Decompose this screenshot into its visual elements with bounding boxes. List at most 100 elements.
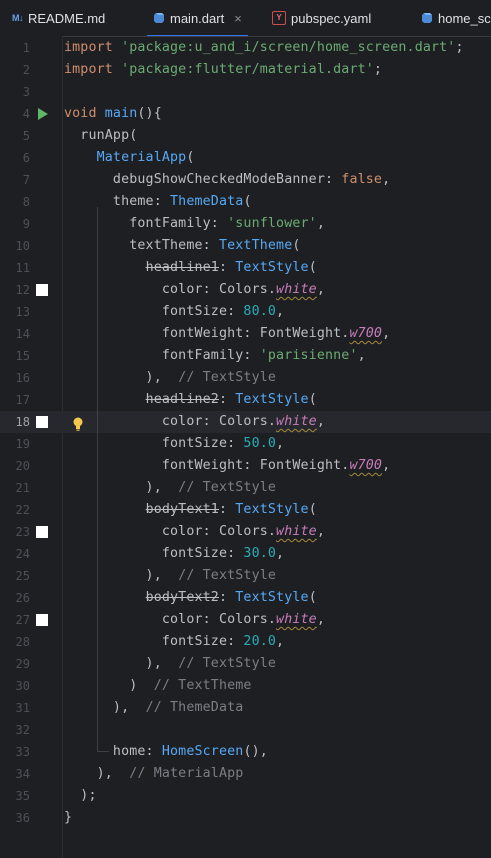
code-token: ),: [64, 568, 179, 583]
code-line[interactable]: 12 color: Colors.white,: [0, 279, 491, 301]
code-line[interactable]: 35 );: [0, 785, 491, 807]
color-swatch-icon[interactable]: [36, 526, 48, 538]
code-token: (: [186, 150, 195, 165]
code-text: home: HomeScreen(),: [64, 741, 268, 763]
close-icon[interactable]: ×: [234, 11, 242, 26]
code-line[interactable]: 19 fontSize: 50.0,: [0, 433, 491, 455]
code-token: (: [308, 392, 317, 407]
code-token: ;: [455, 40, 472, 55]
code-line[interactable]: 32: [0, 719, 491, 741]
code-token: ),: [64, 700, 146, 715]
code-line[interactable]: 11 headline1: TextStyle(: [0, 257, 491, 279]
code-token: :: [218, 260, 236, 275]
tab-pubspec-yaml[interactable]: Y pubspec.yaml: [272, 0, 371, 36]
code-token: (: [292, 238, 301, 253]
line-number: 16: [15, 371, 30, 385]
code-line[interactable]: 23 color: Colors.white,: [0, 521, 491, 543]
code-token: runApp(: [64, 128, 138, 143]
code-line[interactable]: 22 bodyText1: TextStyle(: [0, 499, 491, 521]
code-editor[interactable]: 1 import 'package:u_and_i/screen/home_scr…: [0, 36, 491, 858]
code-line[interactable]: 20 fontWeight: FontWeight.w700,: [0, 455, 491, 477]
code-token: fontSize:: [64, 304, 244, 319]
code-token: main: [104, 106, 138, 121]
code-token: headline1: [145, 260, 219, 275]
code-line[interactable]: 9 fontFamily: 'sunflower',: [0, 213, 491, 235]
code-text: runApp(: [64, 125, 137, 147]
code-line[interactable]: 16 ), // TextStyle: [0, 367, 491, 389]
code-text: fontFamily: 'parisienne',: [64, 345, 366, 367]
code-line[interactable]: 31 ), // ThemeData: [0, 697, 491, 719]
code-token: 30.0: [243, 546, 277, 561]
code-line[interactable]: 27 color: Colors.white,: [0, 609, 491, 631]
code-line[interactable]: 25 ), // TextStyle: [0, 565, 491, 587]
code-token: ;: [373, 62, 383, 77]
code-token: 'sunflower': [227, 216, 317, 231]
code-token: import: [64, 62, 122, 77]
code-line[interactable]: 2 import 'package:flutter/material.dart';: [0, 59, 491, 81]
code-line[interactable]: 24 fontSize: 30.0,: [0, 543, 491, 565]
line-number: 33: [15, 745, 30, 759]
line-number: 15: [15, 349, 30, 363]
color-swatch-icon[interactable]: [36, 284, 48, 296]
code-token: void: [64, 106, 105, 121]
code-token: headline2: [145, 392, 219, 407]
color-swatch-icon[interactable]: [36, 614, 48, 626]
code-line[interactable]: 28 fontSize: 20.0,: [0, 631, 491, 653]
code-line[interactable]: 1 import 'package:u_and_i/screen/home_scr…: [0, 37, 491, 59]
code-token: 80.0: [243, 304, 277, 319]
code-text: ) // TextTheme: [64, 675, 252, 697]
code-text: ), // ThemeData: [64, 697, 243, 719]
code-token: ,: [357, 348, 366, 363]
code-line[interactable]: 26 bodyText2: TextStyle(: [0, 587, 491, 609]
code-line[interactable]: 15 fontFamily: 'parisienne',: [0, 345, 491, 367]
code-text: }: [64, 807, 72, 829]
code-text: import 'package:u_and_i/screen/home_scre…: [64, 37, 472, 59]
code-line[interactable]: 10 textTheme: TextTheme(: [0, 235, 491, 257]
code-token: (),: [243, 744, 268, 759]
code-line[interactable]: 5 runApp(: [0, 125, 491, 147]
tab-readme[interactable]: M↓ README.md: [12, 0, 105, 36]
code-line[interactable]: 14 fontWeight: FontWeight.w700,: [0, 323, 491, 345]
code-line[interactable]: 6 MaterialApp(: [0, 147, 491, 169]
code-line[interactable]: 8 theme: ThemeData(: [0, 191, 491, 213]
code-line[interactable]: 34 ), // MaterialApp: [0, 763, 491, 785]
code-line[interactable]: 3: [0, 81, 491, 103]
code-token: bodyText2: [145, 590, 219, 605]
code-token: fontSize:: [64, 546, 244, 561]
code-token: import: [64, 40, 122, 55]
code-line[interactable]: 29 ), // TextStyle: [0, 653, 491, 675]
line-number: 28: [15, 635, 30, 649]
code-token: ,: [276, 304, 285, 319]
line-number: 14: [15, 327, 30, 341]
code-line[interactable]: 36}: [0, 807, 491, 829]
line-number: 29: [15, 657, 30, 671]
code-token: TextStyle: [235, 260, 309, 275]
code-token: w700: [349, 458, 383, 473]
code-line[interactable]: 13 fontSize: 80.0,: [0, 301, 491, 323]
tab-home-screen[interactable]: home_sc: [421, 0, 491, 36]
code-text: fontFamily: 'sunflower',: [64, 213, 325, 235]
code-token: ,: [316, 216, 325, 231]
code-token: );: [64, 788, 97, 803]
code-text: color: Colors.white,: [64, 411, 325, 433]
code-text: MaterialApp(: [64, 147, 195, 169]
tab-main-dart[interactable]: main.dart ×: [147, 0, 248, 36]
code-line[interactable]: 18 color: Colors.white,: [0, 411, 491, 433]
code-line[interactable]: 33 home: HomeScreen(),: [0, 741, 491, 763]
line-number: 27: [15, 613, 30, 627]
code-text: ), // MaterialApp: [64, 763, 244, 785]
code-token: }: [64, 810, 73, 825]
code-line[interactable]: 17 headline2: TextStyle(: [0, 389, 491, 411]
editor-tab-bar: M↓ README.md main.dart × Y pubspec.yaml …: [0, 0, 491, 37]
code-token: white: [276, 414, 317, 429]
color-swatch-icon[interactable]: [36, 416, 48, 428]
indent-guide-elbow: [97, 751, 109, 752]
code-line[interactable]: 21 ), // TextStyle: [0, 477, 491, 499]
code-line[interactable]: 7 debugShowCheckedModeBanner: false,: [0, 169, 491, 191]
code-line[interactable]: 30 ) // TextTheme: [0, 675, 491, 697]
run-icon[interactable]: [38, 108, 48, 120]
code-line[interactable]: 4 void main(){: [0, 103, 491, 125]
code-token: false: [341, 172, 383, 187]
